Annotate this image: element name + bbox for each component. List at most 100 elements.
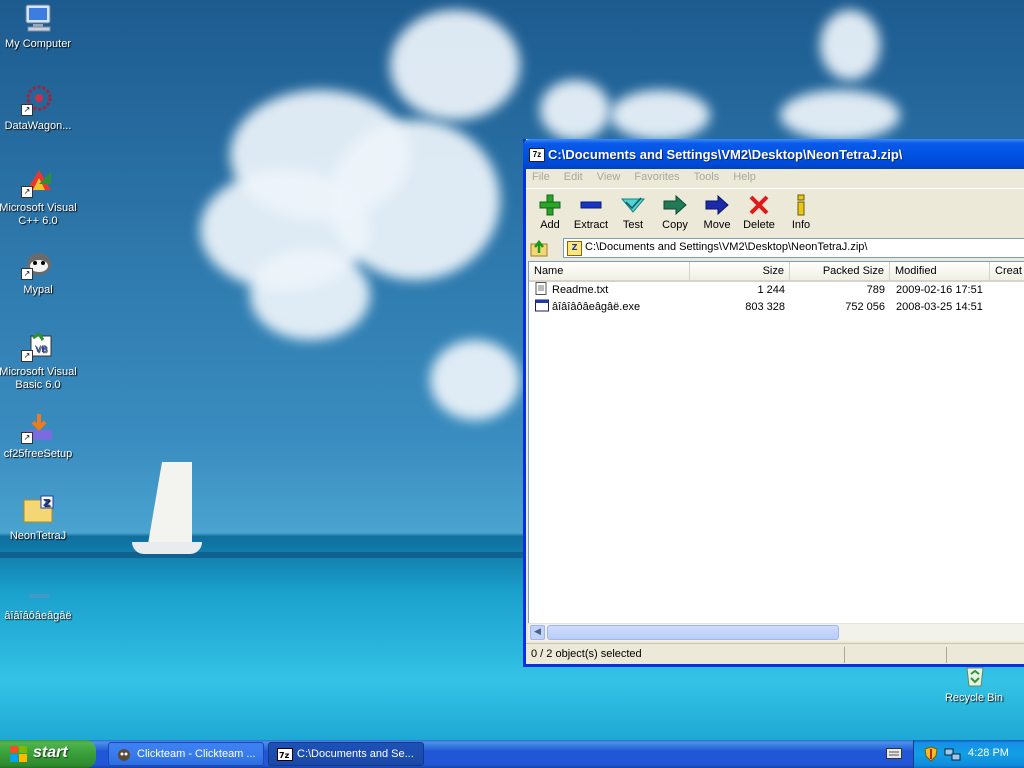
menu-favorites[interactable]: Favorites [627, 169, 686, 183]
file-list[interactable]: Name Size Packed Size Modified Creat Rea… [528, 261, 1024, 625]
horizontal-scrollbar[interactable]: ◀ [528, 623, 1024, 641]
desktop-icon-neontetraj[interactable]: Z NeonTetraJ [0, 494, 78, 543]
menu-help[interactable]: Help [726, 169, 763, 183]
visual-cpp-icon: ↗ [21, 166, 55, 198]
test-label: Test [622, 219, 644, 231]
toolbar: Add Extract Test Copy Move Delete Info [526, 188, 1024, 238]
sailboat [148, 462, 192, 544]
computer-icon [21, 2, 55, 34]
copy-button[interactable]: Copy [653, 193, 697, 231]
desktop-icon-recycle-bin[interactable]: Recycle Bin [934, 664, 1014, 705]
visual-basic-icon: VB ↗ [21, 330, 55, 362]
add-button[interactable]: Add [528, 193, 572, 231]
move-icon [705, 193, 729, 217]
sailboat-hull [132, 542, 202, 554]
clock[interactable]: 4:28 PM [968, 747, 1009, 759]
desktop-icon-label: Microsoft Visual Basic 6.0 [0, 366, 77, 391]
datawagon-icon: ↗ [21, 84, 55, 116]
exe-file-icon [535, 299, 549, 312]
status-separator [844, 647, 845, 663]
delete-button[interactable]: Delete [737, 193, 781, 231]
column-size[interactable]: Size [690, 262, 790, 280]
recycle-bin-icon [957, 664, 991, 688]
taskbar-task-archive[interactable]: 7z C:\Documents and Se... [268, 742, 424, 766]
shortcut-arrow-icon: ↗ [21, 350, 33, 362]
text-file-icon [535, 282, 547, 295]
column-created[interactable]: Creat [990, 262, 1024, 280]
scroll-thumb[interactable] [547, 625, 839, 640]
file-modified: 2008-03-25 14:51 [896, 301, 983, 313]
seven-zip-app-icon[interactable]: 7z [529, 148, 545, 162]
menu-edit[interactable]: Edit [557, 169, 590, 183]
column-modified[interactable]: Modified [890, 262, 990, 280]
task-label: C:\Documents and Se... [297, 748, 414, 760]
address-path: C:\Documents and Settings\VM2\Desktop\Ne… [585, 241, 868, 253]
desktop-icon-label: DataWagon... [4, 120, 72, 132]
info-icon [789, 193, 813, 217]
desktop-icon-datawagon[interactable]: ↗ DataWagon... [0, 84, 78, 133]
mypal-icon: ↗ [21, 248, 55, 280]
address-field[interactable]: Z C:\Documents and Settings\VM2\Desktop\… [563, 238, 1024, 258]
file-size: 1 244 [757, 284, 785, 296]
start-button[interactable]: start [0, 740, 96, 768]
file-name: âîâîâôâeâgâë.exe [552, 301, 641, 313]
keyboard-icon[interactable] [886, 748, 902, 759]
scroll-left-button[interactable]: ◀ [530, 625, 545, 640]
svg-text:7z: 7z [279, 751, 290, 760]
exe-icon [21, 586, 55, 606]
desktop-icon-my-computer[interactable]: My Computer [0, 2, 78, 51]
delete-label: Delete [743, 219, 775, 231]
file-modified: 2009-02-16 17:51 [896, 284, 983, 296]
menu-view[interactable]: View [590, 169, 628, 183]
network-icon[interactable] [944, 746, 962, 765]
cloud [390, 10, 520, 120]
desktop-icon-label: Microsoft Visual C++ 6.0 [0, 202, 77, 227]
cloud [540, 80, 610, 140]
desktop-icon-visual-basic[interactable]: VB ↗ Microsoft Visual Basic 6.0 [0, 330, 78, 392]
zip-archive-icon: Z [567, 241, 582, 256]
table-row[interactable]: âîâîâôâeâgâë.exe 803 328 752 056 2008-03… [529, 299, 1024, 316]
up-folder-icon [530, 239, 548, 257]
installer-icon: ↗ [21, 412, 55, 444]
test-button[interactable]: Test [611, 193, 655, 231]
desktop-icon-mypal[interactable]: ↗ Mypal [0, 248, 78, 297]
window-titlebar[interactable]: 7z C:\Documents and Settings\VM2\Desktop… [523, 139, 1024, 169]
column-packed-size[interactable]: Packed Size [790, 262, 890, 280]
task-label: Clickteam - Clickteam ... [137, 748, 256, 760]
copy-label: Copy [662, 219, 688, 231]
list-header: Name Size Packed Size Modified Creat [529, 262, 1024, 282]
windows-logo-icon [10, 746, 27, 762]
table-row[interactable]: Readme.txt 1 244 789 2009-02-16 17:51 [529, 282, 1024, 299]
svg-text:Z: Z [43, 498, 50, 509]
taskbar-task-clickteam[interactable]: Clickteam - Clickteam ... [108, 742, 264, 766]
extract-button[interactable]: Extract [569, 193, 613, 231]
desktop-icon-cf25freesetup[interactable]: ↗ cf25freeSetup [0, 412, 78, 461]
desktop-icon-exe[interactable]: âîâîâôâeâgâë [0, 586, 78, 623]
window-title: C:\Documents and Settings\VM2\Desktop\Ne… [548, 147, 903, 162]
desktop-icon-visual-cpp[interactable]: ↗ Microsoft Visual C++ 6.0 [0, 166, 78, 228]
add-icon [538, 193, 562, 217]
file-size: 803 328 [745, 301, 785, 313]
menu-bar: File Edit View Favorites Tools Help [526, 169, 1024, 187]
seven-zip-icon: 7z [277, 748, 293, 761]
cloud [330, 120, 500, 280]
status-separator [946, 647, 947, 663]
shortcut-arrow-icon: ↗ [21, 268, 33, 280]
cloud [780, 90, 900, 140]
menu-file[interactable]: File [526, 169, 557, 183]
status-bar: 0 / 2 object(s) selected [526, 643, 1024, 666]
move-button[interactable]: Move [695, 193, 739, 231]
file-packed-size: 789 [866, 284, 885, 296]
menu-tools[interactable]: Tools [687, 169, 727, 183]
shortcut-arrow-icon: ↗ [21, 186, 33, 198]
shortcut-arrow-icon: ↗ [21, 432, 33, 444]
file-packed-size: 752 056 [845, 301, 885, 313]
security-shield-icon[interactable] [924, 746, 938, 765]
column-name[interactable]: Name [529, 262, 690, 280]
desktop-icon-label: NeonTetraJ [9, 530, 67, 542]
address-bar: Z C:\Documents and Settings\VM2\Desktop\… [526, 237, 1024, 260]
up-folder-button[interactable] [530, 239, 550, 258]
info-button[interactable]: Info [779, 193, 823, 231]
cloud [820, 10, 880, 80]
clickteam-icon [117, 748, 131, 761]
